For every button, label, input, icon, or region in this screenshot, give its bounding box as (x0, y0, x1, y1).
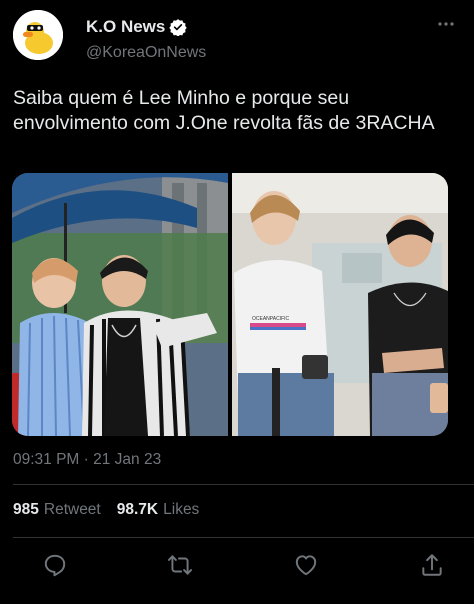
share-icon[interactable] (419, 552, 445, 578)
tweet-media[interactable]: OCEANPACIFIC (12, 173, 448, 436)
retweets-label: Retweet (43, 501, 101, 518)
tweet-timestamp[interactable]: 09:31 PM · 21 Jan 23 (13, 451, 161, 469)
author-handle[interactable]: @KoreaOnNews (86, 44, 206, 62)
duck-avatar-icon (13, 10, 63, 60)
retweet-icon[interactable] (167, 552, 193, 578)
more-options-icon[interactable] (438, 20, 454, 28)
retweets-count: 985 (13, 501, 39, 518)
author-name-row[interactable]: K.O News (86, 17, 188, 37)
heart-icon[interactable] (293, 552, 319, 578)
tweet-stats: 985 Retweet 98.7K Likes (13, 501, 199, 519)
tweet-actions (0, 552, 474, 582)
likes-count: 98.7K (116, 501, 159, 518)
divider (13, 484, 474, 485)
likes-stat[interactable]: 98.7K Likes (117, 501, 200, 519)
avatar[interactable] (13, 10, 63, 60)
media-photo-collage: OCEANPACIFIC (12, 173, 448, 436)
tweet-text: Saiba quem é Lee Minho e porque seu envo… (13, 87, 435, 134)
media-left-photo (12, 173, 228, 436)
reply-icon[interactable] (42, 552, 68, 578)
verified-badge-icon (169, 19, 188, 36)
divider (13, 537, 474, 538)
media-shirt-text: OCEANPACIFIC (252, 316, 290, 322)
media-right-photo: OCEANPACIFIC (232, 173, 448, 436)
retweets-stat[interactable]: 985 Retweet (13, 501, 101, 519)
author-name[interactable]: K.O News (86, 17, 165, 37)
likes-label: Likes (163, 501, 200, 518)
